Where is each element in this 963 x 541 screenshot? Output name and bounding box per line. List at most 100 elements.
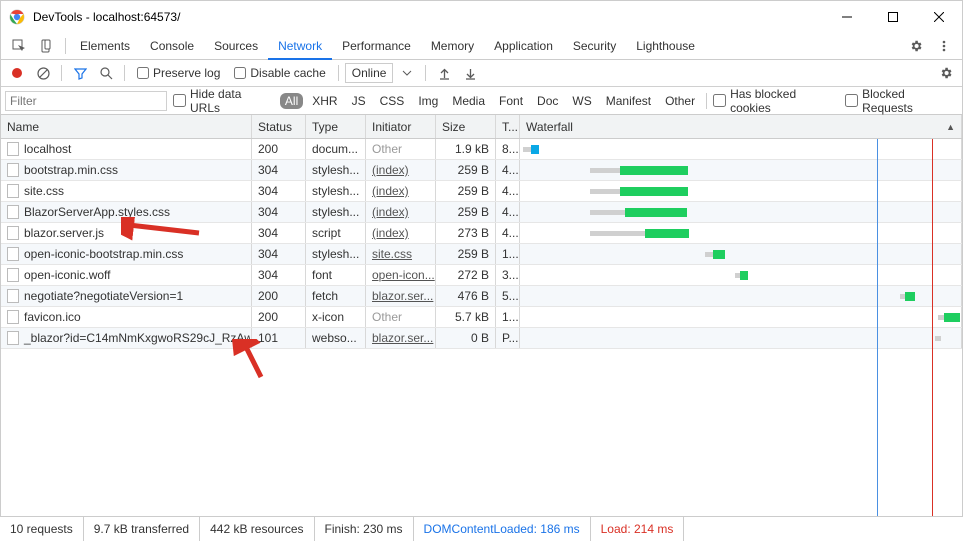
tab-elements[interactable]: Elements xyxy=(70,33,140,60)
status-resources: 442 kB resources xyxy=(200,517,314,541)
request-size: 259 B xyxy=(436,244,496,264)
tab-sources[interactable]: Sources xyxy=(204,33,268,60)
tab-network[interactable]: Network xyxy=(268,33,332,60)
filter-type-font[interactable]: Font xyxy=(494,93,528,109)
request-type: stylesh... xyxy=(306,202,366,222)
request-type: stylesh... xyxy=(306,181,366,201)
has-blocked-cookies-checkbox[interactable]: Has blocked cookies xyxy=(713,87,839,115)
request-row[interactable]: bootstrap.min.css304stylesh...(index)259… xyxy=(1,160,962,181)
column-time[interactable]: T... xyxy=(496,115,520,138)
request-row[interactable]: site.css304stylesh...(index)259 B4... xyxy=(1,181,962,202)
filter-input[interactable] xyxy=(5,91,167,111)
maximize-button[interactable] xyxy=(870,1,916,33)
request-waterfall xyxy=(520,139,962,159)
request-status: 304 xyxy=(252,181,306,201)
column-size[interactable]: Size xyxy=(436,115,496,138)
clear-button[interactable] xyxy=(31,62,55,84)
request-name: blazor.server.js xyxy=(24,226,104,240)
status-transferred: 9.7 kB transferred xyxy=(84,517,200,541)
filter-type-js[interactable]: JS xyxy=(347,93,371,109)
filter-type-media[interactable]: Media xyxy=(447,93,490,109)
request-initiator[interactable]: Other xyxy=(366,139,436,159)
request-status: 200 xyxy=(252,139,306,159)
file-icon xyxy=(7,205,19,219)
filter-type-css[interactable]: CSS xyxy=(375,93,410,109)
sort-indicator-icon: ▲ xyxy=(946,122,955,132)
request-initiator[interactable]: (index) xyxy=(366,181,436,201)
filter-type-xhr[interactable]: XHR xyxy=(307,93,342,109)
status-domcontentloaded: DOMContentLoaded: 186 ms xyxy=(414,517,591,541)
column-name[interactable]: Name xyxy=(1,115,252,138)
request-status: 304 xyxy=(252,223,306,243)
filter-type-ws[interactable]: WS xyxy=(567,93,596,109)
status-finish: Finish: 230 ms xyxy=(315,517,414,541)
filter-type-all[interactable]: All xyxy=(280,93,303,109)
throttling-select[interactable]: Online xyxy=(345,63,394,83)
request-initiator[interactable]: blazor.ser... xyxy=(366,286,436,306)
request-row[interactable]: localhost200docum...Other1.9 kB8... xyxy=(1,139,962,160)
request-initiator[interactable]: blazor.ser... xyxy=(366,328,436,348)
request-time: 4... xyxy=(496,160,520,180)
disable-cache-checkbox[interactable]: Disable cache xyxy=(234,66,325,80)
column-initiator[interactable]: Initiator xyxy=(366,115,436,138)
close-button[interactable] xyxy=(916,1,962,33)
request-row[interactable]: BlazorServerApp.styles.css304stylesh...(… xyxy=(1,202,962,223)
request-initiator[interactable]: open-icon... xyxy=(366,265,436,285)
tab-application[interactable]: Application xyxy=(484,33,563,60)
request-initiator[interactable]: (index) xyxy=(366,223,436,243)
request-status: 304 xyxy=(252,244,306,264)
tab-lighthouse[interactable]: Lighthouse xyxy=(626,33,705,60)
kebab-menu-icon[interactable] xyxy=(930,33,958,60)
device-icon[interactable] xyxy=(33,33,61,60)
request-type: script xyxy=(306,223,366,243)
settings-gear-icon[interactable] xyxy=(902,33,930,60)
request-row[interactable]: _blazor?id=C14mNmKxgwoRS29cJ_RzAw101webs… xyxy=(1,328,962,349)
upload-har-icon[interactable] xyxy=(432,62,456,84)
filter-type-manifest[interactable]: Manifest xyxy=(601,93,656,109)
status-requests: 10 requests xyxy=(0,517,84,541)
filter-bar: Hide data URLs AllXHR JSCSSImgMediaFontDo… xyxy=(1,87,962,115)
network-settings-gear-icon[interactable] xyxy=(934,62,958,84)
request-status: 304 xyxy=(252,160,306,180)
request-status: 200 xyxy=(252,307,306,327)
tab-security[interactable]: Security xyxy=(563,33,626,60)
file-icon xyxy=(7,268,19,282)
file-icon xyxy=(7,289,19,303)
request-initiator[interactable]: (index) xyxy=(366,202,436,222)
request-row[interactable]: open-iconic-bootstrap.min.css304stylesh.… xyxy=(1,244,962,265)
tab-performance[interactable]: Performance xyxy=(332,33,421,60)
chrome-icon xyxy=(9,9,25,25)
request-row[interactable]: negotiate?negotiateVersion=1200fetchblaz… xyxy=(1,286,962,307)
tab-memory[interactable]: Memory xyxy=(421,33,484,60)
filter-type-doc[interactable]: Doc xyxy=(532,93,563,109)
filter-toggle-icon[interactable] xyxy=(68,62,92,84)
request-row[interactable]: favicon.ico200x-iconOther5.7 kB1... xyxy=(1,307,962,328)
tab-console[interactable]: Console xyxy=(140,33,204,60)
preserve-log-checkbox[interactable]: Preserve log xyxy=(137,66,220,80)
request-row[interactable]: open-iconic.woff304fontopen-icon...272 B… xyxy=(1,265,962,286)
filter-type-other[interactable]: Other xyxy=(660,93,700,109)
window-title: DevTools - localhost:64573/ xyxy=(33,10,824,24)
filter-type-img[interactable]: Img xyxy=(413,93,443,109)
request-status: 101 xyxy=(252,328,306,348)
minimize-button[interactable] xyxy=(824,1,870,33)
hide-data-urls-checkbox[interactable]: Hide data URLs xyxy=(173,87,274,115)
request-waterfall xyxy=(520,160,962,180)
request-size: 259 B xyxy=(436,181,496,201)
request-row[interactable]: blazor.server.js304script(index)273 B4..… xyxy=(1,223,962,244)
blocked-requests-checkbox[interactable]: Blocked Requests xyxy=(845,87,958,115)
request-initiator[interactable]: site.css xyxy=(366,244,436,264)
request-type: docum... xyxy=(306,139,366,159)
request-time: 4... xyxy=(496,223,520,243)
request-initiator[interactable]: (index) xyxy=(366,160,436,180)
search-icon[interactable] xyxy=(94,62,118,84)
column-waterfall[interactable]: Waterfall▲ xyxy=(520,115,962,138)
request-initiator[interactable]: Other xyxy=(366,307,436,327)
request-time: 1... xyxy=(496,307,520,327)
inspect-icon[interactable] xyxy=(5,33,33,60)
column-type[interactable]: Type xyxy=(306,115,366,138)
record-button[interactable] xyxy=(5,62,29,84)
column-status[interactable]: Status xyxy=(252,115,306,138)
download-har-icon[interactable] xyxy=(458,62,482,84)
throttling-dropdown-icon[interactable] xyxy=(395,62,419,84)
